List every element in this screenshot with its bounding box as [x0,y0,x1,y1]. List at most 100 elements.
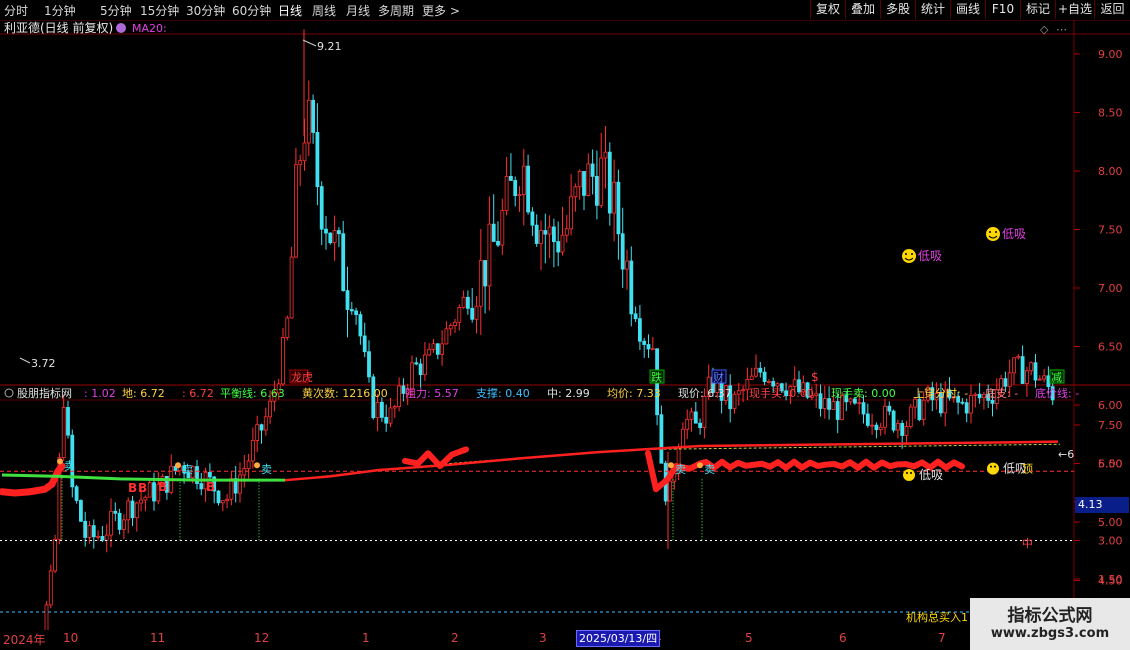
ma-toggle-icon[interactable] [116,23,126,33]
candle-body [754,367,758,377]
event-tag-drop[interactable]: 跌 [649,369,665,384]
candle-body [616,181,621,235]
tab-more[interactable]: 更多 > [422,2,460,19]
candle-body [990,400,995,404]
mark-button[interactable]: 标记 [1020,0,1055,19]
month-label: 2 [451,631,459,645]
y-tick-label: 6.50 [1098,341,1123,354]
tab-multi[interactable]: 多周期 [378,2,414,19]
candle-body [749,375,754,380]
candle-body [384,416,389,424]
candle-body [418,363,423,376]
tab-1min[interactable]: 1分钟 [44,2,76,19]
high-marker: 9.21 [302,39,342,53]
event-tag-dollar[interactable]: $ [811,370,819,384]
settings-dots-icon[interactable]: ⋯ [1056,23,1067,36]
candle-body [53,538,57,572]
candle-body [865,413,870,426]
candle-body [79,500,83,522]
year-label: 2024年 [3,633,46,647]
candle-body [238,474,242,494]
candle-body [693,411,698,424]
tab-15min[interactable]: 15分钟 [140,2,179,19]
candle-body [457,307,462,323]
candle-body [504,175,509,212]
candle-body [767,381,771,383]
candle-body [96,536,100,538]
tab-monthly[interactable]: 月线 [346,2,370,19]
month-label: 12 [254,631,270,645]
candle-body [775,383,780,387]
indicator-field: 现手卖: 0.00 [831,386,896,400]
low-buy-signal[interactable]: 低吸 [986,227,1026,241]
svg-text:卖: 卖 [64,459,75,472]
buy-marker: B [138,481,147,495]
candle-body [526,165,530,213]
svg-text:$: $ [811,370,819,384]
candle-body [315,132,320,187]
candle-body [590,163,595,177]
candle-body [556,241,561,253]
candle-body [1042,375,1046,380]
event-tag-reduce[interactable]: 减 [1049,369,1065,384]
candle-body [349,309,354,312]
candle-body [620,233,625,270]
add-watchlist-button[interactable]: +自选 [1055,0,1094,19]
overlay-button[interactable]: 叠加 [845,0,880,19]
f10-button[interactable]: F10 [985,0,1020,19]
candle-body [152,482,156,502]
mid-label: 中 [1022,537,1033,550]
tab-30min[interactable]: 30分钟 [186,2,225,19]
candle-body [1016,356,1021,359]
multi-stock-button[interactable]: 多股 [880,0,915,19]
tab-weekly[interactable]: 周线 [312,2,336,19]
chart-area[interactable]: 利亚德(日线 前复权) MA20: ◇ ⋯ 9.00 8.50 8.00 7.50 7.… [0,20,1130,630]
candle-body [878,426,883,431]
candle-body [414,362,419,365]
month-label: 5 [745,631,753,645]
svg-text:跌: 跌 [651,370,662,384]
event-tag-finance[interactable]: 财 [711,369,727,384]
stats-button[interactable]: 统计 [915,0,950,19]
candle-body [560,234,565,253]
candle-body [250,440,255,462]
candle-body [379,401,384,418]
candle-body [207,471,212,478]
indicator-field: : 1.02 [84,387,116,400]
tab-fenshi[interactable]: 分时 [4,2,28,19]
y-tick-label: 8.00 [1098,165,1123,178]
candle-body [225,498,230,502]
candle-body [573,186,578,198]
candle-body [681,428,685,448]
candle-body [1046,375,1051,388]
low-buy-signal[interactable]: 低吸 [902,249,942,263]
sell-signal: 卖 [697,462,715,476]
tab-60min[interactable]: 60分钟 [232,2,271,19]
diamond-icon[interactable]: ◇ [1040,23,1049,36]
event-tag-longhu[interactable]: 龙虎 [289,369,313,384]
candle-body [104,534,109,541]
svg-text:卖: 卖 [261,463,272,476]
y-tick-label: 7.50 [1098,419,1123,432]
candle-body [199,483,204,490]
candle-body [367,351,371,378]
watermark-url: www.zbgs3.com [990,626,1110,641]
candle-body [48,570,53,606]
fuquan-button[interactable]: 复权 [810,0,845,19]
tab-daily[interactable]: 日线 [278,2,302,19]
svg-text:减: 减 [1051,371,1062,384]
svg-text:低吸: 低吸 [919,468,943,482]
tab-5min[interactable]: 5分钟 [100,2,132,19]
candle-body [633,313,638,320]
indicator-header: 股朋指标网 : 1.02 地: 6.72: 6.72 平衡线: 6.63 黄次数: 1… [4,386,1079,400]
candle-body [444,328,449,345]
candle-body [543,230,548,235]
indicator-field: 现价: 6.37 [678,387,732,400]
svg-text:财: 财 [713,370,724,384]
draw-line-button[interactable]: 画线 [950,0,985,19]
candle-body [422,354,427,376]
candle-body [508,175,513,181]
indicator-field: 阻力: 5.57 [405,387,459,400]
candle-body [1003,378,1008,387]
back-button[interactable]: 返回 [1094,0,1130,19]
